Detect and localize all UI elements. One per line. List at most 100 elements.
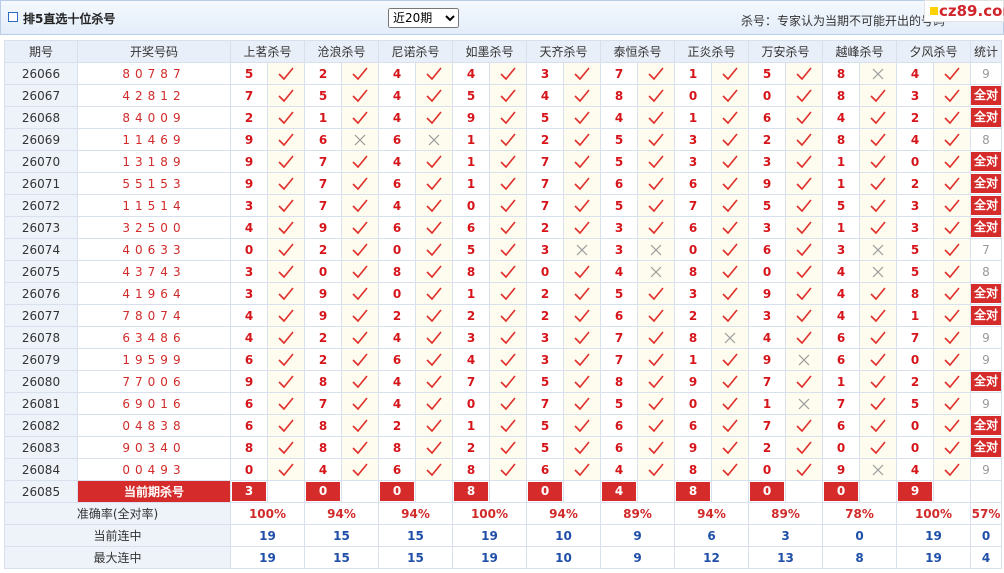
hit-mark xyxy=(711,260,749,283)
accuracy-row: 准确率(全对率) 100% 94% 94% 100% 94% 89% 94% 89% 78% 100… xyxy=(4,502,1002,525)
hit-mark xyxy=(785,128,823,151)
hit-mark xyxy=(637,326,675,349)
miss-mark xyxy=(341,128,379,151)
kill-number-cell: 4 xyxy=(304,458,342,481)
hit-mark xyxy=(267,458,305,481)
hit-mark xyxy=(859,128,897,151)
kill-number-cell: 2 xyxy=(304,62,342,85)
check-icon xyxy=(722,198,738,212)
hit-mark xyxy=(489,304,527,327)
kill-number-cell: 2 xyxy=(304,348,342,371)
hit-mark xyxy=(489,282,527,305)
hit-mark xyxy=(267,348,305,371)
check-icon xyxy=(722,418,738,432)
hit-mark xyxy=(341,458,379,481)
hit-mark xyxy=(933,84,971,107)
kill-number-cell: 4 xyxy=(378,392,416,415)
hit-mark xyxy=(341,62,379,85)
kill-number-cell: 9 xyxy=(748,282,786,305)
table-row: 26078 63486 4 2 4 3 3 7 8 4 6 7 9 xyxy=(4,326,1002,349)
kill-number-cell: 7 xyxy=(822,392,860,415)
kill-number-cell: 1 xyxy=(452,150,490,173)
check-icon xyxy=(500,220,516,234)
kill-number-cell: 6 xyxy=(230,414,268,437)
cross-icon xyxy=(650,244,662,255)
hit-mark xyxy=(563,348,601,371)
hit-mark xyxy=(563,106,601,129)
hit-mark xyxy=(267,128,305,151)
hit-mark xyxy=(933,436,971,459)
check-icon xyxy=(352,440,368,454)
kill-number-cell: 8 xyxy=(378,260,416,283)
kill-number-cell: 6 xyxy=(600,172,638,195)
kill-number-cell: 2 xyxy=(452,436,490,459)
issue-cell: 26074 xyxy=(4,238,78,261)
stat-cell: 全对 xyxy=(970,194,1002,217)
current-kill-cell: 0 xyxy=(378,480,416,503)
check-icon xyxy=(870,440,886,454)
hit-mark xyxy=(933,348,971,371)
check-icon xyxy=(500,66,516,80)
kill-number-cell: 6 xyxy=(378,172,416,195)
hit-mark xyxy=(859,436,897,459)
check-icon xyxy=(722,154,738,168)
check-icon xyxy=(648,286,664,300)
kill-number-cell: 0 xyxy=(822,436,860,459)
kill-number-cell: 3 xyxy=(600,216,638,239)
hit-mark xyxy=(785,326,823,349)
check-icon xyxy=(944,242,960,256)
kill-number-cell: 6 xyxy=(526,458,564,481)
check-icon xyxy=(352,242,368,256)
miss-mark xyxy=(859,62,897,85)
hit-mark xyxy=(563,436,601,459)
kill-number-cell: 5 xyxy=(896,392,934,415)
correct-count: 9 xyxy=(982,330,990,345)
hit-mark xyxy=(341,172,379,195)
hit-mark xyxy=(489,106,527,129)
kill-number-cell: 5 xyxy=(526,370,564,393)
kill-number-cell: 2 xyxy=(748,436,786,459)
current-kill-value: 0 xyxy=(824,482,858,501)
check-icon xyxy=(722,132,738,146)
hit-mark xyxy=(785,62,823,85)
period-select[interactable]: 近20期 xyxy=(388,8,459,28)
square-icon xyxy=(8,12,18,22)
kill-number-cell: 5 xyxy=(526,436,564,459)
check-icon xyxy=(944,330,960,344)
hit-mark xyxy=(563,326,601,349)
check-icon xyxy=(648,330,664,344)
issue-cell: 26069 xyxy=(4,128,78,151)
hit-mark xyxy=(637,84,675,107)
kill-number-cell: 6 xyxy=(452,216,490,239)
check-icon xyxy=(426,198,442,212)
header-number: 开奖号码 xyxy=(77,40,231,63)
check-icon xyxy=(722,440,738,454)
check-icon xyxy=(500,242,516,256)
kill-number-cell: 2 xyxy=(378,414,416,437)
site-logo[interactable]: cz89.com xyxy=(924,0,1004,22)
check-icon xyxy=(500,264,516,278)
table-row: 26077 78074 4 9 2 2 2 6 2 3 4 1 全对 xyxy=(4,304,1002,327)
check-icon xyxy=(426,242,442,256)
all-correct-badge: 全对 xyxy=(971,306,1001,325)
hit-mark xyxy=(785,370,823,393)
kill-number-cell: 7 xyxy=(304,172,342,195)
hit-mark xyxy=(267,326,305,349)
issue-cell: 26070 xyxy=(4,150,78,173)
check-icon xyxy=(796,286,812,300)
accuracy-row-label: 准确率(全对率) xyxy=(4,502,231,525)
check-icon xyxy=(722,110,738,124)
kill-number-cell: 1 xyxy=(452,128,490,151)
kill-number-cell: 5 xyxy=(452,238,490,261)
hit-mark xyxy=(267,62,305,85)
current-kill-cell: 0 xyxy=(748,480,786,503)
kill-number-cell: 3 xyxy=(674,282,712,305)
table-row: 26075 43743 3 0 8 8 0 4 8 0 4 5 8 xyxy=(4,260,1002,283)
logo-text: cz89.com xyxy=(939,2,1004,20)
issue-cell: 26071 xyxy=(4,172,78,195)
table-row: 26081 69016 6 7 4 0 7 5 0 1 7 5 9 xyxy=(4,392,1002,415)
kill-number-cell: 0 xyxy=(748,458,786,481)
max-streak-row-value: 10 xyxy=(526,546,601,569)
kill-number-cell: 0 xyxy=(896,414,934,437)
hit-mark xyxy=(859,348,897,371)
